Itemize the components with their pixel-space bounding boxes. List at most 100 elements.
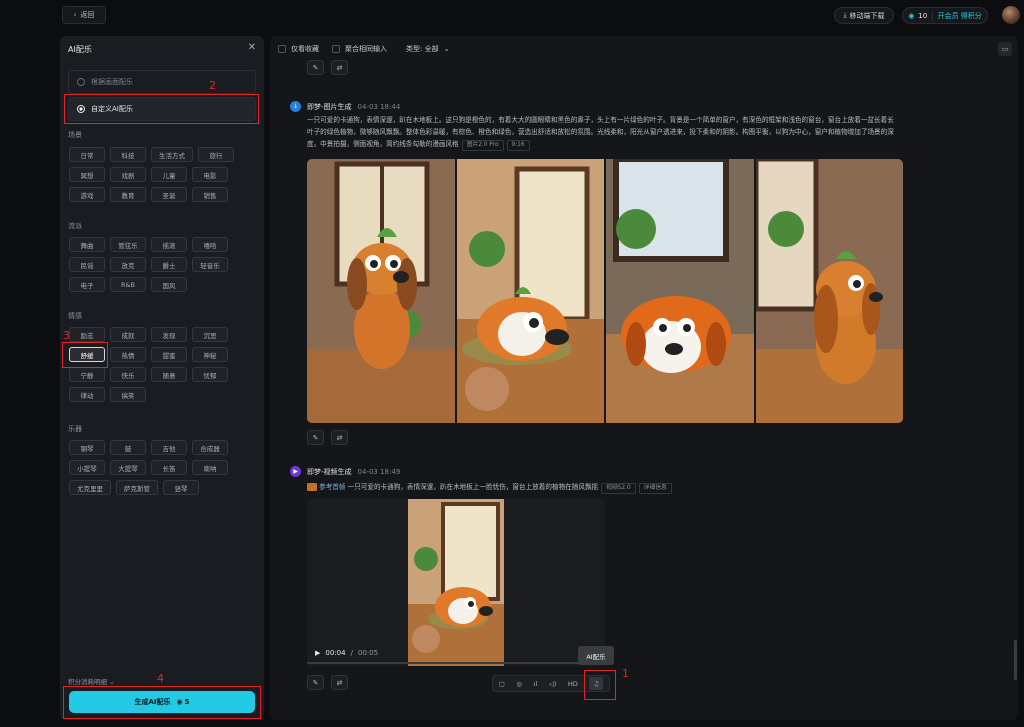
edit-button[interactable]: ✎	[307, 675, 324, 690]
audio-wave-icon[interactable]: ıl	[534, 680, 538, 688]
tag-chip[interactable]: 萨克斯管	[116, 480, 158, 495]
tag-chip[interactable]: 舞曲	[69, 237, 105, 252]
back-button[interactable]: ‹ 返回	[62, 6, 106, 24]
tag-chip[interactable]: 生活方式	[151, 147, 193, 162]
play-icon[interactable]: ▶	[315, 649, 320, 657]
checkbox[interactable]	[278, 45, 286, 53]
regenerate-button[interactable]: ⇄	[331, 675, 348, 690]
refresh-icon: ⇄	[336, 63, 343, 72]
tag-chip[interactable]: 科技	[110, 147, 146, 162]
tag-chip[interactable]: 甜蜜	[151, 347, 187, 362]
tag-chip[interactable]: 竖琴	[163, 480, 199, 495]
tag-chip[interactable]: 律动	[69, 387, 105, 402]
frame-icon[interactable]: ▢	[499, 680, 505, 688]
tag-chip[interactable]: 快乐	[110, 367, 146, 382]
tag-chip[interactable]: 教育	[110, 187, 146, 202]
tag-chip[interactable]: 旅行	[198, 147, 234, 162]
tag-chip[interactable]: 尤克里里	[69, 480, 111, 495]
divider: |	[931, 11, 934, 20]
tag-chip[interactable]: 小提琴	[69, 460, 105, 475]
tag-chip[interactable]: 热情	[110, 347, 146, 362]
tag-chip[interactable]: 儿童	[151, 167, 187, 182]
tag-chip[interactable]: 销售	[192, 187, 228, 202]
scene-tags: 日常 科技 生活方式 旅行冥想 戏剧 儿童 电影游戏 教育 圣诞 销售	[69, 147, 259, 202]
reference-label: 参考首帧	[319, 483, 346, 491]
generated-image-3[interactable]	[606, 159, 754, 423]
tag-chip[interactable]: 发现	[151, 327, 187, 342]
details-chip[interactable]: 详细信息	[638, 483, 672, 494]
message-time: 04-03 18:49	[357, 467, 401, 476]
tag-chip[interactable]: 圣诞	[151, 187, 187, 202]
credit-coin-icon: ◉	[908, 11, 915, 20]
reference-thumbnail[interactable]	[307, 483, 317, 491]
filter-label: 仅看收藏	[291, 45, 319, 53]
video-progress-bar[interactable]	[307, 662, 605, 664]
tag-chip[interactable]: R&B	[110, 277, 146, 292]
tag-chip[interactable]: 戏剧	[110, 167, 146, 182]
tag-chip[interactable]: 电子	[69, 277, 105, 292]
annotation-box-2	[64, 94, 259, 124]
credits-button[interactable]: ◉ 10 | 开会员 得积分	[902, 7, 988, 24]
tag-chip[interactable]: 唢呐	[192, 460, 228, 475]
tag-chip[interactable]: 摇滚	[151, 237, 187, 252]
video-frame	[408, 499, 504, 666]
type-filter[interactable]: 类型: 全部 ⌄	[406, 44, 449, 54]
refresh-icon: ⇄	[336, 433, 343, 442]
video-player[interactable]: ▶ 00:04 / 00:05	[307, 499, 605, 666]
regenerate-button[interactable]: ⇄	[331, 60, 348, 75]
tag-chip[interactable]: 日常	[69, 147, 105, 162]
tag-chip[interactable]: 放克	[110, 257, 146, 272]
tag-chip[interactable]: 轻音乐	[192, 257, 228, 272]
annotation-box-1	[584, 670, 616, 700]
folder-icon[interactable]: ▭	[998, 42, 1012, 56]
edit-button[interactable]: ✎	[307, 430, 324, 445]
tag-chip[interactable]: 游戏	[69, 187, 105, 202]
lip-sync-icon[interactable]: ◎	[516, 680, 522, 688]
tag-chip[interactable]: 大提琴	[110, 460, 146, 475]
mobile-download-button[interactable]: ⤓ 移动端下载	[834, 7, 894, 24]
avatar[interactable]	[1002, 6, 1020, 24]
chevron-down-icon: ⌄	[109, 678, 115, 686]
tag-chip[interactable]: 忧郁	[192, 367, 228, 382]
tag-chip[interactable]: 嘻哈	[192, 237, 228, 252]
hd-upscale-button[interactable]: HD	[568, 680, 578, 688]
tag-chip[interactable]: 鼓	[110, 440, 146, 455]
tag-chip[interactable]: 国风	[151, 277, 187, 292]
tag-chip[interactable]: 成就	[110, 327, 146, 342]
message-time: 04-03 18:44	[357, 102, 401, 111]
favorites-filter[interactable]: 仅看收藏	[278, 44, 319, 54]
tag-chip[interactable]: 随意	[151, 367, 187, 382]
tag-chip[interactable]: 搞笑	[110, 387, 146, 402]
message-header: ▶ 即梦-视频生成 04-03 18:49	[290, 466, 400, 477]
generated-image-2[interactable]	[456, 159, 604, 423]
tag-chip[interactable]: 电影	[192, 167, 228, 182]
tag-chip[interactable]: 爵士	[151, 257, 187, 272]
tag-chip[interactable]: 长笛	[151, 460, 187, 475]
merge-filter[interactable]: 聚合相同输入	[332, 44, 387, 54]
tag-chip[interactable]: 吉他	[151, 440, 187, 455]
tag-chip[interactable]: 沉思	[192, 327, 228, 342]
close-icon[interactable]: ✕	[248, 42, 256, 53]
video-current-time: 00:04	[325, 649, 346, 657]
tag-chip[interactable]: 冥想	[69, 167, 105, 182]
tag-chip[interactable]: 神秘	[192, 347, 228, 362]
tag-chip[interactable]: 励志	[69, 327, 105, 342]
credits-count: 10	[918, 11, 928, 20]
cost-detail-link[interactable]: 积分消耗明细 ⌄	[68, 676, 115, 686]
tag-chip[interactable]: 合成器	[192, 440, 228, 455]
edit-button[interactable]: ✎	[307, 60, 324, 75]
tag-chip[interactable]: 管弦乐	[110, 237, 146, 252]
tag-chip[interactable]: 民谣	[69, 257, 105, 272]
generated-image-1[interactable]	[307, 159, 455, 423]
sound-icon[interactable]: ◁)	[549, 680, 557, 688]
tag-chip[interactable]: 钢琴	[69, 440, 105, 455]
scrollbar[interactable]	[1014, 640, 1017, 680]
annotation-box-4	[63, 686, 261, 719]
generated-image-4[interactable]	[755, 159, 903, 423]
type-filter-label: 类型: 全部	[406, 45, 439, 53]
instrument-tags: 钢琴鼓吉他 合成器小提琴 大提琴 长笛 唢呐尤克里里 萨克斯管 竖琴	[69, 440, 259, 495]
regenerate-button[interactable]: ⇄	[331, 430, 348, 445]
tag-chip[interactable]: 宁静	[69, 367, 105, 382]
option-auto-music[interactable]: 根据画面配乐	[68, 70, 256, 94]
checkbox[interactable]	[332, 45, 340, 53]
